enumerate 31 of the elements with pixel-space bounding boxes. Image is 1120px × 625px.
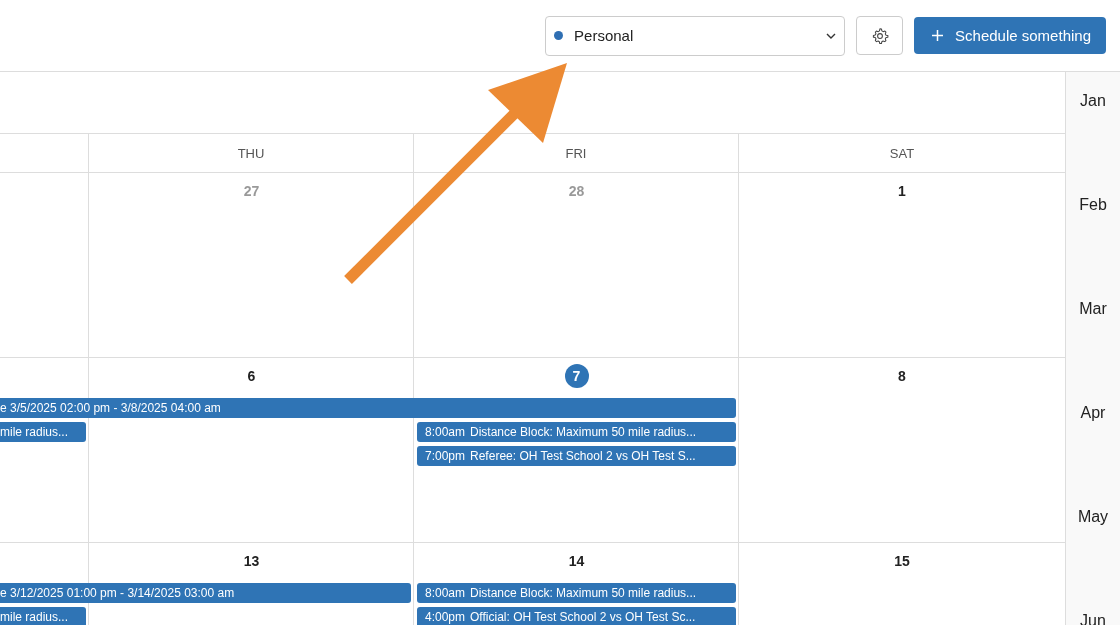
month-label[interactable]: Mar xyxy=(1079,299,1107,318)
event-bar[interactable]: mile radius... xyxy=(0,422,86,442)
schedule-button[interactable]: Schedule something xyxy=(914,17,1106,54)
weekday-header: THU xyxy=(237,145,265,161)
day-number: 1 xyxy=(897,182,907,201)
month-label[interactable]: May xyxy=(1077,507,1109,526)
day-number: 6 xyxy=(246,367,257,386)
day-number: 15 xyxy=(893,552,911,571)
day-number: 28 xyxy=(567,182,586,201)
chevron-down-icon xyxy=(826,32,837,39)
month-label[interactable]: Jan xyxy=(1080,91,1106,110)
month-label[interactable]: Apr xyxy=(1080,403,1106,422)
calendar-select[interactable]: Personal xyxy=(545,15,846,56)
day-number: 8 xyxy=(897,367,907,386)
event-bar[interactable]: 8:00am Distance Block: Maximum 50 mile radius... xyxy=(417,583,736,603)
day-number: 14 xyxy=(567,552,586,571)
settings-icon xyxy=(870,26,889,45)
event-bar[interactable]: 8:00am Distance Block: Maximum 50 mile radius... xyxy=(417,422,736,442)
settings-button[interactable] xyxy=(856,16,904,55)
day-number: 13 xyxy=(242,552,261,571)
weekday-header: SAT xyxy=(889,145,915,161)
day-number: 7 xyxy=(564,364,589,388)
month-label[interactable]: Feb xyxy=(1079,195,1107,214)
day-number: 27 xyxy=(242,182,261,201)
weekday-header: FRI xyxy=(565,145,587,161)
event-bar[interactable]: e 3/12/2025 01:00 pm - 3/14/2025 03:00 am xyxy=(0,583,411,603)
event-bar[interactable]: 4:00pm Official: OH Test School 2 vs OH Test Sc... xyxy=(417,607,736,625)
plus-icon xyxy=(931,29,945,42)
event-bar[interactable]: e 3/5/2025 02:00 pm - 3/8/2025 04:00 am xyxy=(0,398,736,418)
event-bar[interactable]: 7:00pm Referee: OH Test School 2 vs OH Test S... xyxy=(417,446,736,466)
event-bar[interactable]: mile radius... xyxy=(0,607,86,625)
